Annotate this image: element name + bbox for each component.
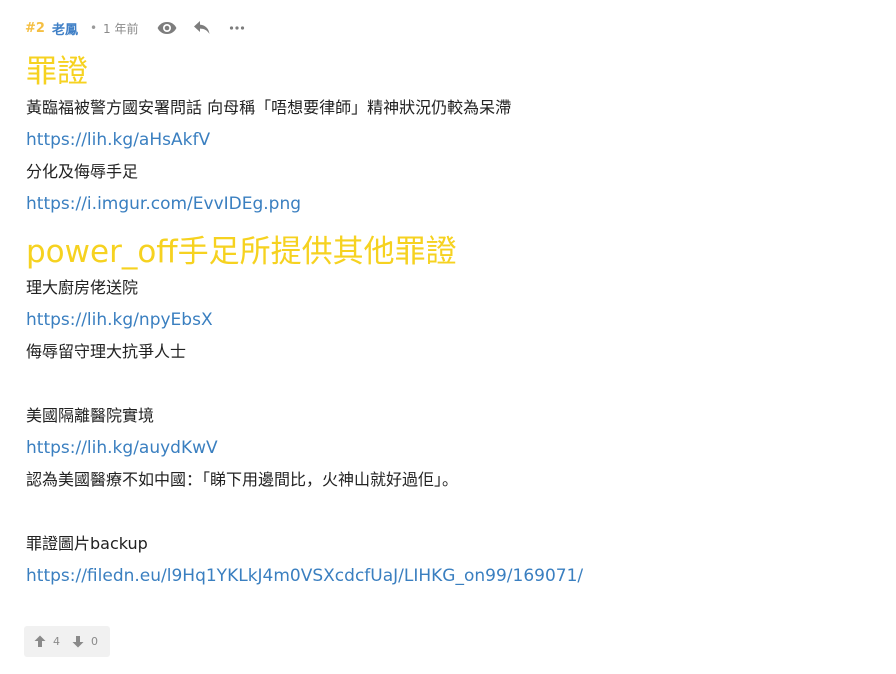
text-line: 侮辱留守理大抗爭人士 — [26, 342, 187, 361]
post-content: 罪證 黃臨福被警方國安署問話 向母稱「唔想要律師」精神狀況仍較為呆滯 https… — [26, 52, 876, 592]
link-npyEbsX[interactable]: https://lih.kg/npyEbsX — [26, 304, 876, 336]
downvote-count: 0 — [91, 635, 98, 648]
username-link[interactable]: 老鳳 — [52, 19, 78, 38]
reply-icon[interactable] — [190, 16, 214, 40]
thumb-down-arrow-icon — [72, 636, 84, 648]
downvote-button[interactable]: 0 — [72, 635, 98, 648]
floor-number: #2 — [25, 20, 45, 36]
link-filedn-backup[interactable]: https://filedn.eu/l9Hq1YKLkJ4m0VSXcdcfUa… — [26, 560, 876, 592]
upvote-button[interactable]: 4 — [34, 635, 60, 648]
post-header: #2 老鳳 • 1 年前 — [25, 16, 260, 40]
text-line: 罪證圖片backup — [26, 534, 148, 553]
post-time: 1 年前 — [103, 21, 139, 36]
link-auydKwV[interactable]: https://lih.kg/auydKwV — [26, 432, 876, 464]
vote-bar: 4 0 — [24, 626, 110, 657]
link-aHsAkfV[interactable]: https://lih.kg/aHsAkfV — [26, 124, 876, 156]
text-line: 理大廚房佬送院 — [26, 278, 139, 297]
heading-other-evidence: power_off手足所提供其他罪證 — [26, 234, 457, 270]
text-line: 黃臨福被警方國安署問話 向母稱「唔想要律師」精神狀況仍較為呆滯 — [26, 98, 512, 117]
thumb-up-arrow-icon — [34, 635, 46, 647]
text-line: 認為美國醫療不如中國：「睇下用邊間比，火神山就好過佢」。 — [26, 470, 459, 489]
link-imgur[interactable]: https://i.imgur.com/EvvIDEg.png — [26, 188, 876, 220]
heading-evidence: 罪證 — [26, 54, 88, 90]
more-icon[interactable] — [225, 16, 249, 40]
text-line: 分化及侮辱手足 — [26, 162, 139, 181]
separator-dot: • — [89, 21, 98, 35]
text-line: 美國隔離醫院實境 — [26, 406, 155, 425]
eye-icon[interactable] — [155, 16, 179, 40]
upvote-count: 4 — [53, 635, 60, 648]
